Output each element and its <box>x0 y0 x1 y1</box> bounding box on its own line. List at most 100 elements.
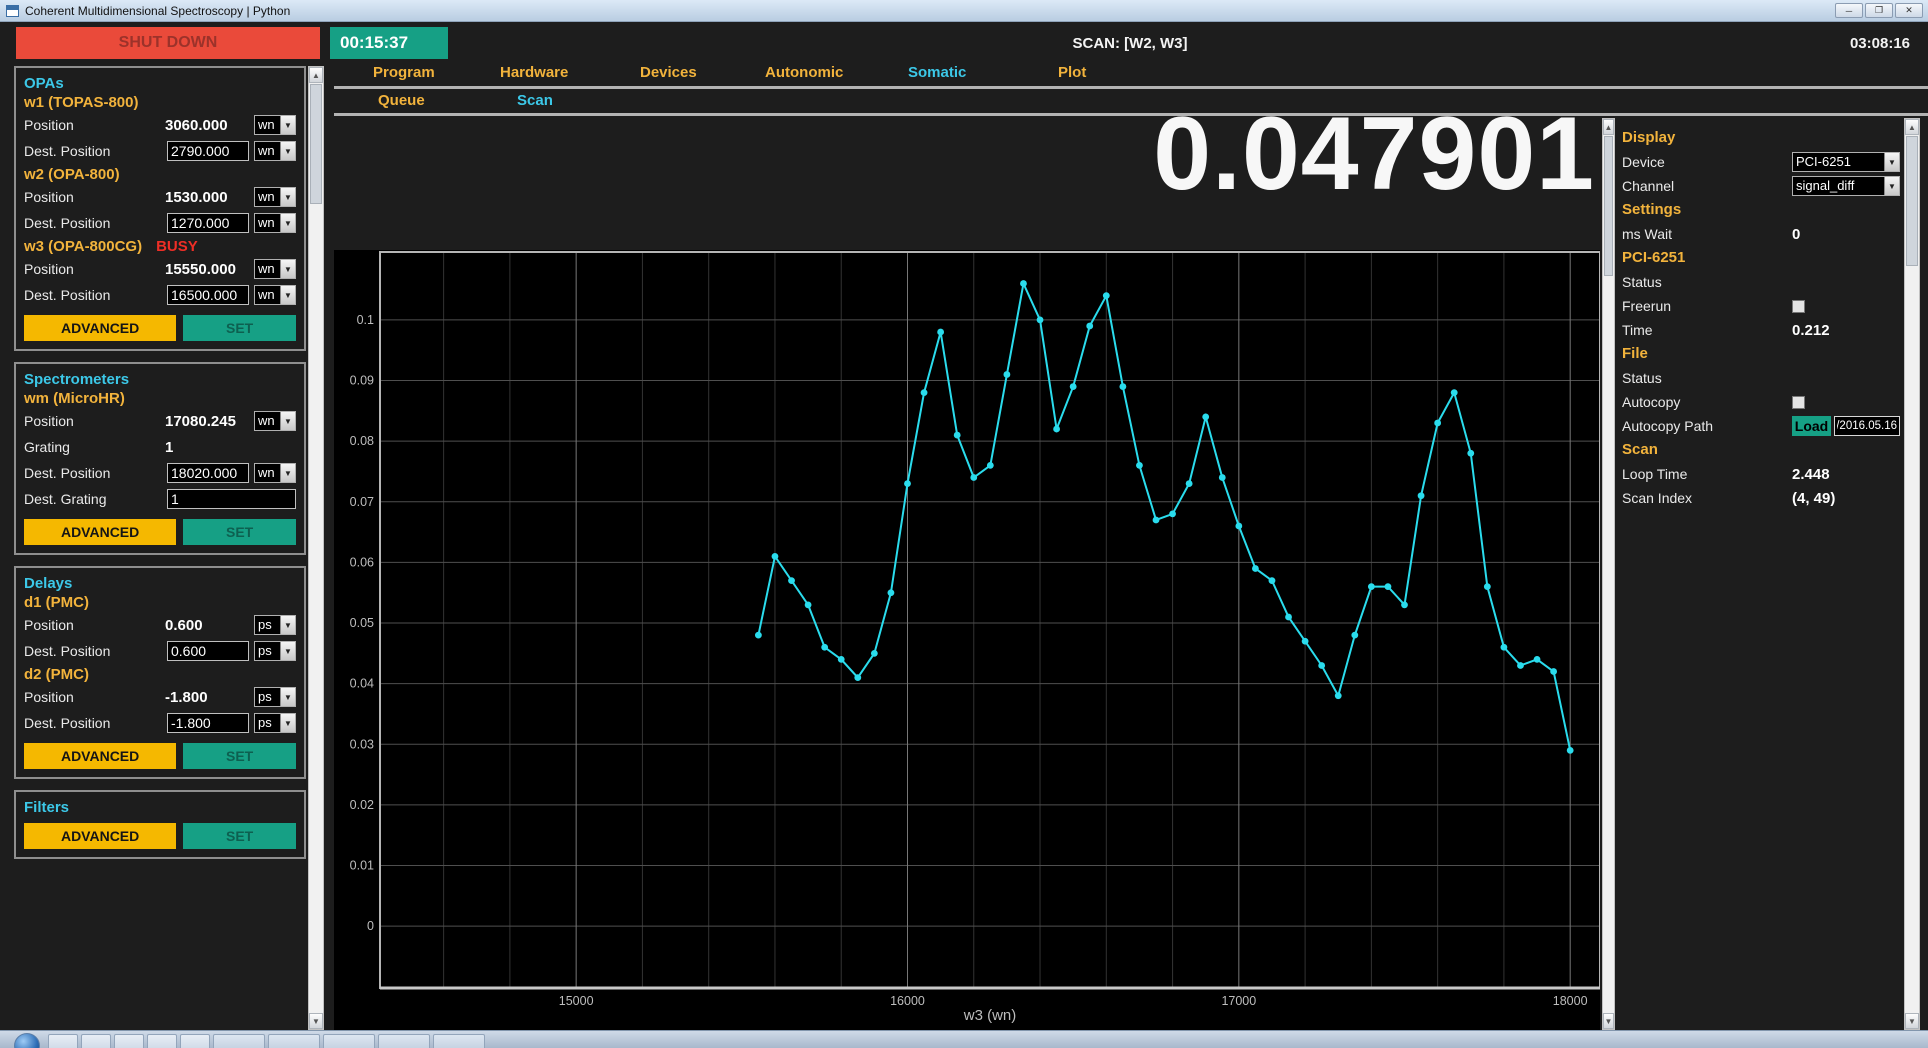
chevron-down-icon[interactable]: ▼ <box>280 142 295 160</box>
channel-combo[interactable]: signal_diff▼ <box>1792 176 1900 196</box>
units-combo[interactable]: wn▼ <box>254 115 296 135</box>
scroll-up-icon[interactable]: ▲ <box>1905 119 1919 135</box>
scroll-down-icon[interactable]: ▼ <box>1603 1013 1614 1029</box>
dest-position-input[interactable] <box>167 285 249 305</box>
row-label: Dest. Position <box>24 643 167 659</box>
set-button[interactable]: SET <box>183 743 296 769</box>
set-button[interactable]: SET <box>183 519 296 545</box>
set-button[interactable]: SET <box>183 315 296 341</box>
combo-value: wn <box>255 214 280 232</box>
minimize-button[interactable]: ─ <box>1835 3 1863 18</box>
load-button[interactable]: Load <box>1792 416 1831 436</box>
section-title: w1 (TOPAS-800) <box>24 94 296 111</box>
scroll-up-icon[interactable]: ▲ <box>309 67 323 83</box>
taskbar-item[interactable] <box>323 1034 375 1048</box>
tab-queue[interactable]: Queue <box>378 92 425 109</box>
set-button[interactable]: SET <box>183 823 296 849</box>
taskbar-item[interactable] <box>268 1034 320 1048</box>
advanced-button[interactable]: ADVANCED <box>24 315 176 341</box>
scan-chart[interactable]: 00.010.020.030.040.050.060.070.080.090.1… <box>334 250 1600 1030</box>
data-point <box>1385 583 1392 590</box>
units-combo[interactable]: wn▼ <box>254 259 296 279</box>
right-panel-scrollbar[interactable]: ▲ ▼ <box>1904 118 1920 1030</box>
units-combo[interactable]: ps▼ <box>254 687 296 707</box>
dest-position-input[interactable] <box>167 141 249 161</box>
chevron-down-icon[interactable]: ▼ <box>280 116 295 134</box>
scrollbar-thumb[interactable] <box>310 84 322 204</box>
row-label: Dest. Position <box>24 215 167 231</box>
tab-program[interactable]: Program <box>373 64 435 81</box>
dest-grating-input[interactable] <box>167 489 296 509</box>
tab-devices[interactable]: Devices <box>640 64 697 81</box>
freerun-checkbox[interactable] <box>1792 300 1805 313</box>
close-button[interactable]: ✕ <box>1895 3 1923 18</box>
advanced-button[interactable]: ADVANCED <box>24 743 176 769</box>
taskbar[interactable] <box>0 1030 1928 1048</box>
chevron-down-icon[interactable]: ▼ <box>1884 177 1899 195</box>
units-combo[interactable]: wn▼ <box>254 463 296 483</box>
scroll-up-icon[interactable]: ▲ <box>1603 119 1614 135</box>
chevron-down-icon[interactable]: ▼ <box>280 214 295 232</box>
tab-hardware[interactable]: Hardware <box>500 64 568 81</box>
units-combo[interactable]: wn▼ <box>254 213 296 233</box>
chevron-down-icon[interactable]: ▼ <box>280 464 295 482</box>
data-point <box>1285 614 1292 621</box>
app-icon <box>6 5 19 17</box>
chevron-down-icon[interactable]: ▼ <box>1884 153 1899 171</box>
units-combo[interactable]: wn▼ <box>254 285 296 305</box>
tab-scan[interactable]: Scan <box>517 92 553 109</box>
scrollbar-thumb[interactable] <box>1906 136 1918 266</box>
advanced-button[interactable]: ADVANCED <box>24 823 176 849</box>
chevron-down-icon[interactable]: ▼ <box>280 642 295 660</box>
taskbar-item[interactable] <box>114 1034 144 1048</box>
taskbar-item[interactable] <box>48 1034 78 1048</box>
chevron-down-icon[interactable]: ▼ <box>280 616 295 634</box>
tab-plot[interactable]: Plot <box>1058 64 1086 81</box>
taskbar-item[interactable] <box>433 1034 485 1048</box>
combo-value: ps <box>255 714 280 732</box>
start-button[interactable] <box>14 1033 40 1048</box>
x-axis-tick: 16000 <box>890 994 925 1008</box>
chevron-down-icon[interactable]: ▼ <box>280 714 295 732</box>
units-combo[interactable]: wn▼ <box>254 411 296 431</box>
chevron-down-icon[interactable]: ▼ <box>280 260 295 278</box>
taskbar-item[interactable] <box>147 1034 177 1048</box>
autocopy-path-input[interactable] <box>1834 416 1900 436</box>
autocopy-checkbox[interactable] <box>1792 396 1805 409</box>
chevron-down-icon[interactable]: ▼ <box>280 412 295 430</box>
dest-position-input[interactable] <box>167 713 249 733</box>
dest-position-input[interactable] <box>167 463 249 483</box>
units-combo[interactable]: ps▼ <box>254 615 296 635</box>
taskbar-item[interactable] <box>213 1034 265 1048</box>
data-point <box>755 632 762 639</box>
units-combo[interactable]: ps▼ <box>254 713 296 733</box>
main-scrollbar[interactable]: ▲ ▼ <box>1602 118 1615 1030</box>
shutdown-button[interactable]: SHUT DOWN <box>16 27 320 59</box>
dest-position-input[interactable] <box>167 213 249 233</box>
data-point <box>1202 414 1209 421</box>
chevron-down-icon[interactable]: ▼ <box>280 188 295 206</box>
plot-canvas[interactable]: 00.010.020.030.040.050.060.070.080.090.1… <box>334 250 1600 1030</box>
taskbar-item[interactable] <box>378 1034 430 1048</box>
tab-autonomic[interactable]: Autonomic <box>765 64 843 81</box>
scroll-down-icon[interactable]: ▼ <box>309 1013 323 1029</box>
device-combo[interactable]: PCI-6251▼ <box>1792 152 1900 172</box>
advanced-button[interactable]: ADVANCED <box>24 519 176 545</box>
tab-somatic[interactable]: Somatic <box>908 64 966 81</box>
dest-position-input[interactable] <box>167 641 249 661</box>
units-combo[interactable]: wn▼ <box>254 141 296 161</box>
title-bar[interactable]: Coherent Multidimensional Spectroscopy |… <box>0 0 1928 22</box>
chevron-down-icon[interactable]: ▼ <box>280 688 295 706</box>
data-point <box>1235 523 1242 530</box>
taskbar-item[interactable] <box>180 1034 210 1048</box>
taskbar-item[interactable] <box>81 1034 111 1048</box>
scroll-down-icon[interactable]: ▼ <box>1905 1013 1919 1029</box>
group-opas: OPAsw1 (TOPAS-800)Position3060.000wn▼Des… <box>14 66 306 351</box>
chevron-down-icon[interactable]: ▼ <box>280 286 295 304</box>
left-panel-scrollbar[interactable]: ▲ ▼ <box>308 66 324 1030</box>
maximize-button[interactable]: ❐ <box>1865 3 1893 18</box>
units-combo[interactable]: wn▼ <box>254 187 296 207</box>
units-combo[interactable]: ps▼ <box>254 641 296 661</box>
position-readout: 1 <box>165 439 249 456</box>
scrollbar-thumb[interactable] <box>1604 136 1613 276</box>
